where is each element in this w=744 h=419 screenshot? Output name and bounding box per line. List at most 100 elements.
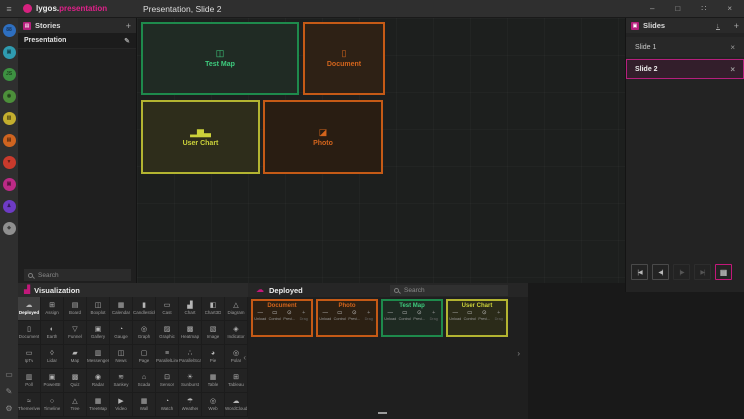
deployed-search-box[interactable] xyxy=(390,285,508,296)
deployed-search-input[interactable] xyxy=(402,286,504,295)
visualization-item[interactable]: ▽ Funnel xyxy=(64,321,87,345)
visualization-item[interactable]: ☁ WordCloud xyxy=(225,393,248,417)
app-icon-blue[interactable]: 88 xyxy=(3,24,16,37)
app-icon-purple[interactable]: ♟ xyxy=(3,200,16,213)
canvas-tile[interactable]: ▯ Document xyxy=(303,22,385,95)
visualization-item[interactable]: ▯ Document xyxy=(18,321,41,345)
scroll-right-icon[interactable]: › xyxy=(517,349,520,358)
control-button[interactable]: ▭ Control xyxy=(398,310,412,321)
visualization-item[interactable]: ◐ Earth xyxy=(41,321,64,345)
deployed-card[interactable]: User Chart — Unload ▭ Control xyxy=(446,299,508,337)
control-button[interactable]: ▭ Control xyxy=(463,310,477,321)
visualization-item[interactable]: ◫ Boxplot xyxy=(87,297,110,321)
settings-gear-icon[interactable]: ⚙ xyxy=(5,405,12,413)
preview-button[interactable]: ⊙ Previ... xyxy=(347,310,361,321)
unload-button[interactable]: — Unload xyxy=(253,310,267,321)
drag-handle[interactable]: + Drag xyxy=(427,310,441,321)
edit-story-icon[interactable]: ✎ xyxy=(124,37,130,45)
visualization-item[interactable]: ☀ Sunburst xyxy=(179,369,202,393)
visualization-item[interactable]: ⊡ Sensor xyxy=(156,369,179,393)
visualization-item[interactable]: ▢ Page xyxy=(133,345,156,369)
skip-start-button[interactable]: |◀ xyxy=(631,264,648,280)
unload-button[interactable]: — Unload xyxy=(318,310,332,321)
drag-handle[interactable]: + Drag xyxy=(362,310,376,321)
visualization-item[interactable]: ◔ Watch xyxy=(156,393,179,417)
visualization-item[interactable]: ≡ ParallelLine xyxy=(156,345,179,369)
visualization-item[interactable]: ▭ IpTv xyxy=(18,345,41,369)
add-slide-button[interactable]: + xyxy=(734,21,739,31)
app-icon-js[interactable]: JS xyxy=(3,68,16,81)
app-icon-orange[interactable]: ▤ xyxy=(3,134,16,147)
visualization-item[interactable]: ○ Timeline xyxy=(41,393,64,417)
visualization-item[interactable]: ▩ Heatmap xyxy=(179,321,202,345)
fit-screen-button[interactable]: ∷ xyxy=(701,0,706,18)
slide-item[interactable]: Slide 1 × xyxy=(626,37,744,57)
unload-button[interactable]: — Unload xyxy=(383,310,397,321)
app-icon-magenta[interactable]: ▣ xyxy=(3,178,16,191)
visualization-item[interactable]: ▦ Calendar xyxy=(110,297,133,321)
preview-button[interactable]: ⊙ Previ... xyxy=(477,310,491,321)
visualization-item[interactable]: ▮ Candlestick xyxy=(133,297,156,321)
step-back-button[interactable]: ◀| xyxy=(652,264,669,280)
bottom-resize-handle[interactable] xyxy=(378,412,387,414)
visualization-item[interactable]: ▰ Map xyxy=(64,345,87,369)
deployed-card[interactable]: Document — Unload ▭ Control xyxy=(251,299,313,337)
visualization-item[interactable]: ⊞ Tableau xyxy=(225,369,248,393)
visualization-item[interactable]: ▨ Graphic xyxy=(156,321,179,345)
slide-close-icon[interactable]: × xyxy=(730,65,735,74)
slide-canvas[interactable]: ◫ Test Map ▯ Document ▂▆▃ User Chart ◪ P… xyxy=(137,18,625,283)
visualization-item[interactable]: ▣ Gallery xyxy=(87,321,110,345)
visualization-item[interactable]: ◫ News xyxy=(110,345,133,369)
app-icon-red[interactable]: ▼ xyxy=(3,156,16,169)
display-icon[interactable]: ▭ xyxy=(5,371,13,379)
app-icon-yellow[interactable]: ▨ xyxy=(3,112,16,125)
deployed-card[interactable]: Photo — Unload ▭ Control xyxy=(316,299,378,337)
visualization-item[interactable]: ◕ Pie xyxy=(202,345,225,369)
visualization-item[interactable]: ◎ Web xyxy=(202,393,225,417)
app-icon-green[interactable]: ◉ xyxy=(3,90,16,103)
canvas-tile[interactable]: ▂▆▃ User Chart xyxy=(141,100,260,174)
visualization-item[interactable]: ▦ TreeMap xyxy=(87,393,110,417)
visualization-item[interactable]: ▩ Quiz xyxy=(64,369,87,393)
visualization-item[interactable]: ▤ Board xyxy=(64,297,87,321)
visualization-item[interactable]: ▭ Cast xyxy=(156,297,179,321)
unload-button[interactable]: — Unload xyxy=(448,310,462,321)
step-forward-button[interactable]: |▶ xyxy=(673,264,690,280)
search-input[interactable] xyxy=(36,271,127,280)
visualization-item[interactable]: △ Tree xyxy=(64,393,87,417)
visualization-item[interactable]: ≋ Sankey xyxy=(110,369,133,393)
visualization-item[interactable]: ☁ Deployed xyxy=(18,297,41,321)
visualization-item[interactable]: ∴ ParallelScatter xyxy=(179,345,202,369)
visualization-item[interactable]: ◎ Graph xyxy=(133,321,156,345)
visualization-item[interactable]: ▶ Video xyxy=(110,393,133,417)
collapse-panel-icon[interactable]: ‹ xyxy=(243,353,246,362)
minimize-button[interactable]: – xyxy=(650,0,654,18)
visualization-item[interactable]: ⌂ Scada xyxy=(133,369,156,393)
visualization-item[interactable]: ▦ Wall xyxy=(133,393,156,417)
visualization-item[interactable]: ▦ Table xyxy=(202,369,225,393)
visualization-item[interactable]: △ Diagram xyxy=(225,297,248,321)
add-story-button[interactable]: + xyxy=(126,21,131,31)
preview-button[interactable]: ⊙ Previ... xyxy=(282,310,296,321)
app-icon-gray[interactable]: ◆ xyxy=(3,222,16,235)
visualization-item[interactable]: ◔ Gauge xyxy=(110,321,133,345)
fullscreen-button[interactable]: □ xyxy=(675,0,680,18)
pen-icon[interactable]: ✎ xyxy=(6,388,13,396)
story-item[interactable]: Presentation ✎ xyxy=(18,33,136,49)
drag-handle[interactable]: + Drag xyxy=(297,310,311,321)
slide-item[interactable]: Slide 2 × xyxy=(626,59,744,79)
grid-view-button[interactable]: ▦ xyxy=(715,264,732,280)
slide-close-icon[interactable]: × xyxy=(730,43,735,52)
visualization-item[interactable]: ◊ Lidar xyxy=(41,345,64,369)
canvas-tile[interactable]: ◫ Test Map xyxy=(141,22,299,95)
download-slides-icon[interactable]: ↓ xyxy=(716,22,720,30)
visualization-item[interactable]: ▧ Image xyxy=(202,321,225,345)
visualization-item[interactable]: ◧ Chart3D xyxy=(202,297,225,321)
visualization-item[interactable]: ▥ Poll xyxy=(18,369,41,393)
preview-button[interactable]: ⊙ Previ... xyxy=(412,310,426,321)
visualization-item[interactable]: ⊞ Assign xyxy=(41,297,64,321)
visualization-item[interactable]: ≈ Themeriver xyxy=(18,393,41,417)
visualization-item[interactable]: ▥ Messenger xyxy=(87,345,110,369)
visualization-item[interactable]: ▣ PowerBI xyxy=(41,369,64,393)
control-button[interactable]: ▭ Control xyxy=(333,310,347,321)
